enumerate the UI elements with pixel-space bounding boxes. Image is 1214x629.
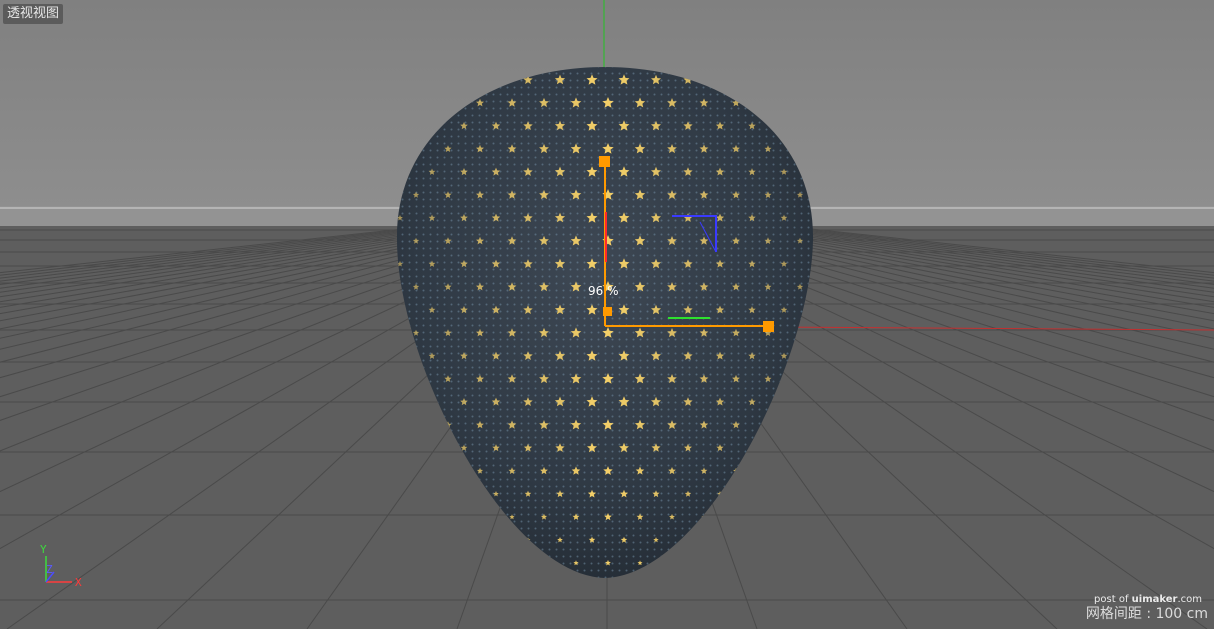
axis-y-label: Y [40,543,47,556]
scale-percent-readout: 96 % [588,284,619,298]
gizmo-y-handle[interactable] [599,156,610,167]
grid-spacing-label: 网格间距 : 100 cm [1085,606,1208,622]
gizmo-center-handle[interactable] [603,307,612,316]
view-name-label[interactable]: 透视视图 [3,4,64,24]
perspective-viewport[interactable]: 透视视图 96 % Y Z X post of uimaker.com 网格间距… [0,0,1214,629]
axis-x-label: X [75,576,82,589]
watermark-suffix: .com [1177,594,1202,605]
gizmo-x-handle[interactable] [763,321,774,332]
watermark-site: uimaker [1131,594,1178,605]
watermark: post of uimaker.com [1094,595,1202,605]
watermark-prefix: post of [1094,594,1132,605]
viewport-scene[interactable] [0,0,1214,629]
axis-z-label: Z [46,563,53,576]
